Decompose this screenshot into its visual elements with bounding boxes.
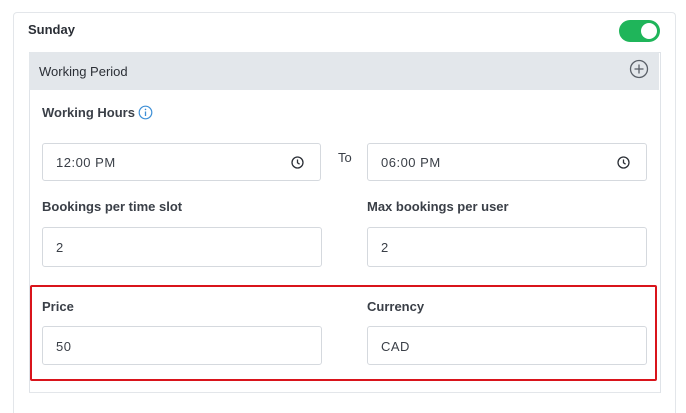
max-bookings-per-user-value: 2 <box>381 240 389 255</box>
clock-icon[interactable] <box>617 156 630 169</box>
bookings-per-slot-input[interactable]: 2 <box>42 227 322 267</box>
working-hours-label: Working Hours <box>42 105 135 120</box>
end-time-value: 06:00 PM <box>381 155 441 170</box>
currency-label: Currency <box>367 299 425 314</box>
start-time-value: 12:00 PM <box>56 155 116 170</box>
price-input[interactable]: 50 <box>42 326 322 365</box>
day-enabled-toggle[interactable] <box>619 20 660 42</box>
plus-circle-icon[interactable] <box>629 59 649 79</box>
bookings-per-slot-label: Bookings per time slot <box>42 199 183 214</box>
day-label: Sunday <box>28 22 75 37</box>
working-period-title: Working Period <box>39 64 128 79</box>
panel-divider <box>29 392 660 393</box>
max-bookings-per-user-label: Max bookings per user <box>367 199 509 214</box>
currency-input[interactable]: CAD <box>367 326 647 365</box>
price-value: 50 <box>56 339 72 354</box>
max-bookings-per-user-input[interactable]: 2 <box>367 227 647 267</box>
start-time-input[interactable]: 12:00 PM <box>42 143 321 181</box>
toggle-knob <box>641 23 657 39</box>
clock-icon[interactable] <box>291 156 304 169</box>
price-label: Price <box>42 299 74 314</box>
currency-value: CAD <box>381 339 410 354</box>
to-label: To <box>338 150 352 165</box>
info-icon[interactable] <box>138 105 153 120</box>
end-time-input[interactable]: 06:00 PM <box>367 143 647 181</box>
bookings-per-slot-value: 2 <box>56 240 64 255</box>
